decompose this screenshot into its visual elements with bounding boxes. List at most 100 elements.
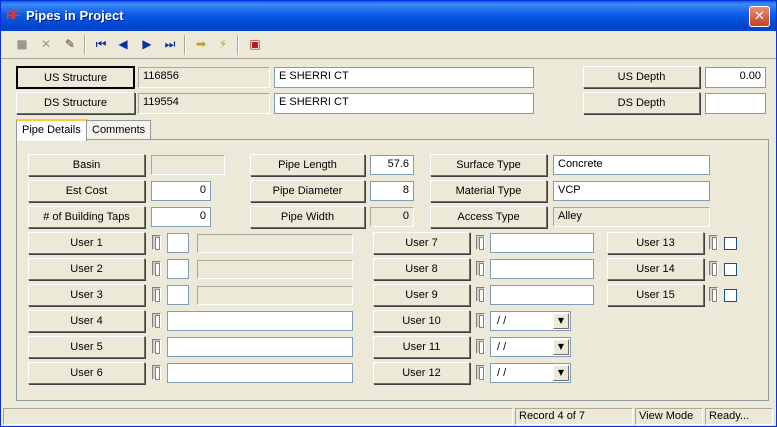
building-taps-button[interactable]: # of Building Taps: [28, 206, 145, 228]
goto-button[interactable]: ➡: [191, 34, 211, 55]
cancel-edit-button[interactable]: ✕: [36, 34, 56, 55]
pipe-diameter-field[interactable]: 8: [370, 181, 414, 201]
pipe-width-field: 0: [370, 207, 414, 227]
user-11-date-value: / /: [497, 341, 507, 353]
user-14-button[interactable]: User 14: [607, 258, 704, 280]
user-8-flag[interactable]: [476, 261, 485, 276]
prev-record-button[interactable]: ◀: [113, 34, 133, 55]
tab-comments[interactable]: Comments: [86, 120, 152, 140]
user-1-flag[interactable]: [152, 235, 161, 250]
user-11-flag[interactable]: [476, 339, 485, 354]
user-8-button[interactable]: User 8: [373, 258, 470, 280]
save-button[interactable]: ■: [12, 34, 32, 55]
user-15-flag[interactable]: [709, 287, 718, 302]
user-9-field[interactable]: [490, 285, 594, 305]
user-15-button[interactable]: User 15: [607, 284, 704, 306]
pipe-width-button[interactable]: Pipe Width: [250, 206, 365, 228]
user-5-flag[interactable]: [152, 339, 161, 354]
user-11-button[interactable]: User 11: [373, 336, 470, 358]
user-7-button[interactable]: User 7: [373, 232, 470, 254]
user-13-checkbox[interactable]: [724, 237, 737, 250]
status-record: Record 4 of 7: [515, 408, 633, 425]
surface-type-button[interactable]: Surface Type: [430, 154, 547, 176]
est-cost-field[interactable]: 0: [151, 181, 211, 201]
us-depth-field[interactable]: 0.00: [705, 67, 766, 88]
pipe-length-button[interactable]: Pipe Length: [250, 154, 365, 176]
user-12-flag[interactable]: [476, 365, 485, 380]
edit-button[interactable]: ✎: [60, 34, 80, 55]
us-structure-street-field[interactable]: E SHERRI CT: [274, 67, 534, 88]
status-mode: View Mode: [635, 408, 703, 425]
user-2-code-field[interactable]: [167, 259, 189, 279]
window-title: Pipes in Project: [26, 8, 124, 23]
material-type-field[interactable]: VCP: [553, 181, 710, 201]
user-12-date-value: / /: [497, 367, 507, 379]
user-10-date-value: / /: [497, 315, 507, 327]
user-14-checkbox[interactable]: [724, 263, 737, 276]
user-8-field[interactable]: [490, 259, 594, 279]
user-14-flag[interactable]: [709, 261, 718, 276]
first-record-button[interactable]: ⏮: [91, 34, 111, 55]
title-bar[interactable]: RF Pipes in Project ✕: [1, 1, 776, 31]
ds-structure-button[interactable]: DS Structure: [16, 92, 135, 114]
material-type-button[interactable]: Material Type: [430, 180, 547, 202]
pipe-diameter-button[interactable]: Pipe Diameter: [250, 180, 365, 202]
user-12-date-picker[interactable]: / / ▼: [490, 363, 571, 383]
building-taps-field[interactable]: 0: [151, 207, 211, 227]
us-depth-button[interactable]: US Depth: [583, 66, 700, 88]
status-bar: Record 4 of 7 View Mode Ready...: [1, 406, 776, 426]
user-3-button[interactable]: User 3: [28, 284, 145, 306]
surface-type-field[interactable]: Concrete: [553, 155, 710, 175]
lightning-button[interactable]: ⚡: [213, 34, 233, 55]
basin-button[interactable]: Basin: [28, 154, 145, 176]
user-6-field[interactable]: [167, 363, 353, 383]
user-1-code-field[interactable]: [167, 233, 189, 253]
user-3-code-field[interactable]: [167, 285, 189, 305]
user-13-button[interactable]: User 13: [607, 232, 704, 254]
last-record-button[interactable]: ⏭: [160, 34, 180, 55]
access-type-button[interactable]: Access Type: [430, 206, 547, 228]
user-7-field[interactable]: [490, 233, 594, 253]
arrow-right-icon: ➡: [195, 37, 207, 51]
print-button[interactable]: ▣: [245, 34, 265, 55]
user-5-button[interactable]: User 5: [28, 336, 145, 358]
user-10-button[interactable]: User 10: [373, 310, 470, 332]
ds-depth-field[interactable]: [705, 93, 766, 114]
user-12-button[interactable]: User 12: [373, 362, 470, 384]
user-10-date-picker[interactable]: / / ▼: [490, 311, 571, 331]
ds-structure-street-field[interactable]: E SHERRI CT: [274, 93, 534, 114]
user-6-flag[interactable]: [152, 365, 161, 380]
user-5-field[interactable]: [167, 337, 353, 357]
pipe-length-field[interactable]: 57.6: [370, 155, 414, 175]
app-logo-icon: RF: [6, 8, 20, 22]
user-1-button[interactable]: User 1: [28, 232, 145, 254]
user-4-flag[interactable]: [152, 313, 161, 328]
tab-pipe-details[interactable]: Pipe Details: [16, 119, 87, 141]
us-structure-id: 116856: [138, 67, 270, 88]
chevron-down-icon[interactable]: ▼: [553, 339, 569, 355]
user-10-flag[interactable]: [476, 313, 485, 328]
user-9-flag[interactable]: [476, 287, 485, 302]
close-button[interactable]: ✕: [749, 6, 770, 27]
user-2-button[interactable]: User 2: [28, 258, 145, 280]
user-2-flag[interactable]: [152, 261, 161, 276]
next-record-button[interactable]: ▶: [137, 34, 157, 55]
user-15-checkbox[interactable]: [724, 289, 737, 302]
chevron-down-icon[interactable]: ▼: [553, 313, 569, 329]
user-7-flag[interactable]: [476, 235, 485, 250]
user-3-flag[interactable]: [152, 287, 161, 302]
user-11-date-picker[interactable]: / / ▼: [490, 337, 571, 357]
ds-depth-button[interactable]: DS Depth: [583, 92, 700, 114]
user-13-flag[interactable]: [709, 235, 718, 250]
chevron-down-icon[interactable]: ▼: [553, 365, 569, 381]
user-2-description: [197, 260, 353, 279]
pencil-icon: ✎: [64, 37, 76, 51]
us-structure-button[interactable]: US Structure: [16, 66, 135, 89]
lightning-icon: ⚡: [218, 37, 228, 51]
user-4-field[interactable]: [167, 311, 353, 331]
user-6-button[interactable]: User 6: [28, 362, 145, 384]
user-4-button[interactable]: User 4: [28, 310, 145, 332]
prev-record-icon: ◀: [118, 37, 128, 51]
est-cost-button[interactable]: Est Cost: [28, 180, 145, 202]
user-9-button[interactable]: User 9: [373, 284, 470, 306]
